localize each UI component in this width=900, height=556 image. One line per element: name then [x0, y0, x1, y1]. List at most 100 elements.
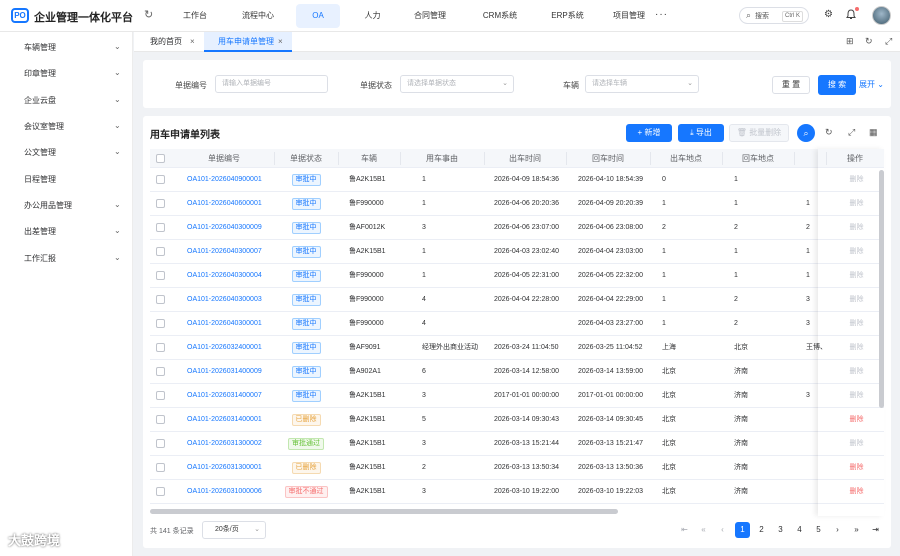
sidebar-item-vehicle[interactable]: 车辆管理: [24, 42, 56, 53]
batch-delete-button[interactable]: 🗑 批量删除: [729, 124, 789, 142]
first-page-icon[interactable]: ⇤: [677, 522, 692, 538]
table-row[interactable]: OA101-2026040300003 鲁F990000 4 2026-04-04 2…: [150, 288, 884, 312]
row-checkbox[interactable]: [156, 319, 165, 328]
column-header-back-time[interactable]: 回车时间: [566, 149, 650, 168]
more-icon[interactable]: ···: [655, 9, 668, 20]
column-header-reason[interactable]: 用车事由: [400, 149, 484, 168]
top-nav-crm[interactable]: CRM系统: [455, 4, 545, 28]
table-row[interactable]: OA101-2026031400007 鲁A2K15B1 3 2017-01-01 0…: [150, 384, 884, 408]
row-checkbox[interactable]: [156, 175, 165, 184]
page-size-select[interactable]: 20条/页 ⌄: [202, 521, 266, 539]
fullscreen-icon[interactable]: ⤢: [885, 36, 892, 47]
table-row[interactable]: OA101-2026040300007 鲁A2K15B1 1 2026-04-03 2…: [150, 240, 884, 264]
row-checkbox[interactable]: [156, 463, 165, 472]
row-checkbox[interactable]: [156, 199, 165, 208]
tab-vehicle-request[interactable]: 用车申请单管理 ×: [204, 32, 292, 52]
refresh-icon[interactable]: ↻: [144, 9, 156, 21]
column-header-back-place[interactable]: 回车地点: [722, 149, 794, 168]
doc-no-cell[interactable]: OA101-2026032400001: [187, 336, 273, 360]
top-nav-erp[interactable]: ERP系统: [545, 4, 590, 28]
vehicle-select[interactable]: 请选择车辆 ⌄: [585, 75, 699, 93]
table-row[interactable]: OA101-2026031400001 鲁A2K15B1 5 2026-03-14 0…: [150, 408, 884, 432]
table-row[interactable]: OA101-2026040300004 鲁F990000 1 2026-04-05 2…: [150, 264, 884, 288]
table-row[interactable]: OA101-2026040600001 鲁F990000 1 2026-04-06 2…: [150, 192, 884, 216]
bell-icon[interactable]: [846, 9, 856, 20]
column-settings-icon[interactable]: ▦: [869, 127, 878, 138]
chevron-down-icon[interactable]: ⌄: [114, 68, 121, 77]
row-checkbox[interactable]: [156, 247, 165, 256]
sidebar-item-document[interactable]: 公文管理: [24, 147, 56, 158]
chevron-down-icon[interactable]: ⌄: [114, 147, 121, 156]
row-checkbox[interactable]: [156, 367, 165, 376]
refresh-icon[interactable]: ↻: [825, 127, 833, 138]
chevron-down-icon[interactable]: ⌄: [114, 42, 121, 51]
expand-button[interactable]: 展开 ⌄: [859, 79, 884, 90]
chevron-down-icon[interactable]: ⌄: [114, 121, 121, 130]
column-header-doc-no[interactable]: 单据编号: [174, 149, 274, 168]
doc-no-cell[interactable]: OA101-2026040900001: [187, 168, 273, 192]
doc-no-cell[interactable]: OA101-2026031300002: [187, 432, 273, 456]
avatar[interactable]: [872, 6, 891, 25]
row-checkbox[interactable]: [156, 223, 165, 232]
top-nav-workbench[interactable]: 工作台: [170, 4, 220, 28]
sidebar-item-cloud-disk[interactable]: 企业云盘: [24, 95, 56, 106]
page-button-2[interactable]: 2: [754, 522, 769, 538]
sidebar-item-meeting-room[interactable]: 会议室管理: [24, 121, 64, 132]
page-button-5[interactable]: 5: [811, 522, 826, 538]
doc-no-cell[interactable]: OA101-2026031400007: [187, 384, 273, 408]
last-page-icon[interactable]: ⇥: [868, 522, 883, 538]
table-row[interactable]: OA101-2026031400009 鲁A902A1 6 2026-03-14 12…: [150, 360, 884, 384]
table-row[interactable]: OA101-2026032400001 鲁AF9091 经理外出商业活动 2026-0…: [150, 336, 884, 360]
column-header-out-time[interactable]: 出车时间: [484, 149, 566, 168]
export-button[interactable]: ⤓ 导出: [678, 124, 724, 142]
row-checkbox[interactable]: [156, 343, 165, 352]
row-checkbox[interactable]: [156, 415, 165, 424]
global-search[interactable]: ⌕ 搜索 Ctrl K: [739, 7, 809, 24]
table-row[interactable]: OA101-2026031300002 鲁A2K15B1 3 2026-03-13 1…: [150, 432, 884, 456]
doc-no-cell[interactable]: OA101-2026040300007: [187, 240, 273, 264]
doc-no-cell[interactable]: OA101-2026040300009: [187, 216, 273, 240]
reload-icon[interactable]: ↻: [865, 36, 873, 47]
reset-button[interactable]: 重 置: [772, 76, 810, 94]
top-nav-contract[interactable]: 合同管理: [405, 4, 455, 28]
sidebar-item-office-supplies[interactable]: 办公用品管理: [24, 200, 72, 211]
fast-backward-icon[interactable]: «: [696, 522, 711, 538]
doc-no-cell[interactable]: OA101-2026040300004: [187, 264, 273, 288]
chevron-down-icon[interactable]: ⌄: [114, 253, 121, 262]
row-checkbox[interactable]: [156, 391, 165, 400]
top-nav-hr[interactable]: 人力: [340, 4, 405, 28]
table-row[interactable]: OA101-2026031300001 鲁A2K15B1 2 2026-03-13 1…: [150, 456, 884, 480]
page-button-3[interactable]: 3: [773, 522, 788, 538]
fast-forward-icon[interactable]: »: [849, 522, 864, 538]
chevron-down-icon[interactable]: ⌄: [114, 200, 121, 209]
search-button[interactable]: 搜 索: [818, 75, 856, 95]
sidebar-item-seal[interactable]: 印章管理: [24, 68, 56, 79]
doc-no-cell[interactable]: OA101-2026031400001: [187, 408, 273, 432]
fullscreen-icon[interactable]: ⤢: [848, 127, 855, 138]
doc-no-cell[interactable]: OA101-2026040300003: [187, 288, 273, 312]
next-page-icon[interactable]: ›: [830, 522, 845, 538]
doc-no-cell[interactable]: OA101-2026031400009: [187, 360, 273, 384]
table-row[interactable]: OA101-2026040300001 鲁F990000 4 2026-04-03 2…: [150, 312, 884, 336]
page-button-1[interactable]: 1: [735, 522, 750, 538]
row-checkbox[interactable]: [156, 295, 165, 304]
table-row[interactable]: OA101-2026040900001 鲁A2K15B1 1 2026-04-09 1…: [150, 168, 884, 192]
chevron-down-icon[interactable]: ⌄: [114, 95, 121, 104]
select-all-checkbox[interactable]: [156, 154, 165, 163]
doc-no-cell[interactable]: OA101-2026031000006: [187, 480, 273, 504]
column-header-vehicle[interactable]: 车辆: [338, 149, 400, 168]
sidebar-item-work-report[interactable]: 工作汇报: [24, 253, 56, 264]
tab-home[interactable]: 我的首页 ×: [136, 32, 202, 52]
doc-no-cell[interactable]: OA101-2026040600001: [187, 192, 273, 216]
sidebar-item-schedule[interactable]: 日程管理: [24, 174, 56, 185]
close-icon[interactable]: ×: [190, 32, 195, 52]
grid-icon[interactable]: ⊞: [846, 36, 854, 47]
top-nav-oa[interactable]: OA: [296, 4, 340, 28]
chevron-down-icon[interactable]: ⌄: [114, 226, 121, 235]
close-icon[interactable]: ×: [278, 32, 283, 52]
row-checkbox[interactable]: [156, 271, 165, 280]
sidebar-item-business-trip[interactable]: 出差管理: [24, 226, 56, 237]
status-select[interactable]: 请选择单据状态 ⌄: [400, 75, 514, 93]
row-checkbox[interactable]: [156, 439, 165, 448]
doc-no-cell[interactable]: OA101-2026040300001: [187, 312, 273, 336]
